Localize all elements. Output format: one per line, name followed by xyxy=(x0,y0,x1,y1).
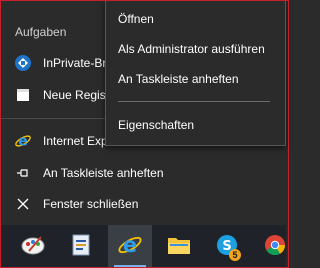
taskbar-button-file-explorer[interactable] xyxy=(157,225,201,267)
jumplist-item-label: Internet Explorer xyxy=(43,134,105,148)
menu-item-label: Eigenschaften xyxy=(118,118,195,132)
internet-explorer-icon: e xyxy=(13,131,33,151)
pin-icon xyxy=(13,163,33,183)
jumplist-item-label: An Taskleiste anheften xyxy=(43,166,164,180)
menu-item-label: Als Administrator ausführen xyxy=(118,42,265,56)
jumplist-item-label: Fenster schließen xyxy=(43,197,139,211)
svg-text:e: e xyxy=(123,233,137,257)
context-menu: Öffnen Als Administrator ausführen An Ta… xyxy=(105,0,286,146)
menu-separator xyxy=(118,101,270,102)
menu-item-open[interactable]: Öffnen xyxy=(106,5,285,33)
chrome-icon xyxy=(263,233,287,260)
jumplist-close-window[interactable]: Fenster schließen xyxy=(1,188,286,220)
notification-badge: 5 xyxy=(229,249,241,261)
svg-text:e: e xyxy=(18,134,28,150)
paint-icon xyxy=(19,233,47,260)
section-title-tasks: Aufgaben xyxy=(15,25,67,39)
wordpad-icon xyxy=(70,233,92,260)
inprivate-icon xyxy=(13,53,33,73)
taskbar-button-chrome[interactable] xyxy=(253,225,297,267)
taskbar-button-paint[interactable] xyxy=(11,225,55,267)
jumplist-item-label: Neue Registerkarte xyxy=(43,88,107,102)
internet-explorer-icon: e xyxy=(117,232,143,261)
jumplist-item-label: InPrivate-Browsen starten xyxy=(43,56,107,70)
menu-item-label: An Taskleiste anheften xyxy=(118,72,239,86)
divider xyxy=(1,118,109,119)
jumplist-pin-to-taskbar[interactable]: An Taskleiste anheften xyxy=(1,157,286,189)
menu-item-run-as-admin[interactable]: Als Administrator ausführen xyxy=(106,35,285,63)
file-explorer-icon xyxy=(167,234,191,259)
taskbar-button-internet-explorer[interactable]: e xyxy=(108,225,152,267)
taskbar: e S 5 xyxy=(1,225,286,267)
new-tab-icon xyxy=(13,85,33,105)
menu-item-properties[interactable]: Eigenschaften xyxy=(106,111,285,139)
menu-item-label: Öffnen xyxy=(118,12,154,26)
taskbar-button-skype[interactable]: S 5 xyxy=(205,225,249,267)
taskbar-button-wordpad[interactable] xyxy=(59,225,103,267)
close-icon xyxy=(13,194,33,214)
menu-item-pin-to-taskbar[interactable]: An Taskleiste anheften xyxy=(106,65,285,93)
